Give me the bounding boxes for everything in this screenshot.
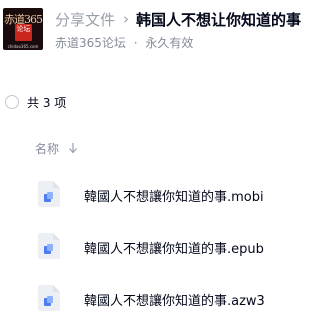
page-title: 韩国人不想让你知道的事 bbox=[136, 10, 302, 29]
avatar-sub-text: chidao365.com bbox=[7, 44, 39, 49]
file-row[interactable]: 韓國人不想讓你知道的事.azw3 bbox=[0, 280, 321, 320]
share-meta: 赤道365论坛 · 永久有效 bbox=[55, 34, 193, 51]
breadcrumb: 分享文件 › 韩国人不想让你知道的事 bbox=[55, 8, 301, 30]
owner-name[interactable]: 赤道365论坛 bbox=[55, 36, 126, 50]
file-row[interactable]: 韓國人不想讓你知道的事.epub bbox=[0, 228, 321, 268]
breadcrumb-separator: › bbox=[123, 10, 130, 28]
column-header-name[interactable]: 名称 bbox=[35, 140, 78, 156]
ebook-file-icon bbox=[38, 233, 60, 259]
validity-text: 永久有效 bbox=[145, 36, 194, 50]
select-all-row: 共 3 项 bbox=[5, 94, 66, 110]
column-name-label: 名称 bbox=[35, 141, 60, 156]
ebook-file-icon bbox=[38, 285, 60, 311]
share-header: 赤道365 论坛 chidao365.com 分享文件 › 韩国人不想让你知道的… bbox=[0, 0, 321, 60]
select-all-checkbox[interactable] bbox=[5, 95, 19, 109]
breadcrumb-root-link[interactable]: 分享文件 bbox=[55, 9, 115, 30]
file-name[interactable]: 韓國人不想讓你知道的事.mobi bbox=[84, 186, 264, 205]
file-name[interactable]: 韓國人不想讓你知道的事.azw3 bbox=[84, 290, 265, 309]
avatar[interactable]: 赤道365 论坛 chidao365.com bbox=[3, 8, 43, 50]
arrow-down-icon[interactable] bbox=[68, 142, 78, 154]
meta-separator: · bbox=[133, 36, 138, 50]
item-count: 共 3 项 bbox=[27, 95, 67, 110]
file-row[interactable]: 韓國人不想讓你知道的事.mobi bbox=[0, 176, 321, 216]
file-name[interactable]: 韓國人不想讓你知道的事.epub bbox=[84, 238, 264, 257]
ebook-file-icon bbox=[38, 181, 60, 207]
avatar-seal: 论坛 bbox=[15, 24, 32, 41]
